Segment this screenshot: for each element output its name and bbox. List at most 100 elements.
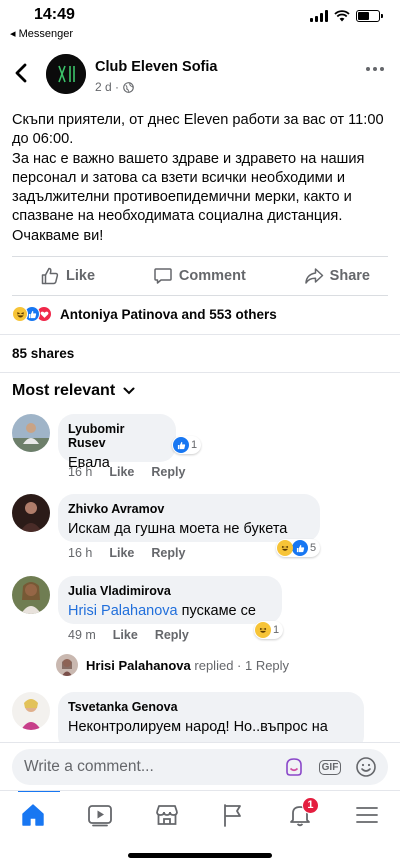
globe-icon <box>123 81 134 93</box>
hamburger-menu-icon <box>355 806 378 823</box>
post-action-bar: Like Comment Share <box>12 256 388 296</box>
reactions-count-text: Antoniya Patinova and 553 others <box>60 306 277 322</box>
avatar[interactable] <box>12 692 50 730</box>
haha-reaction-icon <box>12 306 28 322</box>
reaction-icons <box>12 306 52 322</box>
haha-reaction-icon <box>255 622 271 638</box>
back-button[interactable] <box>14 62 34 86</box>
composer-icons: GIF <box>282 755 378 779</box>
like-reaction-icon <box>173 437 189 453</box>
comment-like-button[interactable]: Like <box>113 628 138 642</box>
bottom-tab-bar: 1 <box>0 790 400 838</box>
comment-reactions[interactable]: 5 <box>276 539 321 557</box>
comment-input-placeholder: Write a comment... <box>24 758 154 775</box>
comment-button[interactable]: Comment <box>153 266 246 286</box>
like-reaction-icon <box>292 540 308 556</box>
comment-icon <box>154 268 172 284</box>
chevron-left-icon <box>15 63 27 83</box>
comment-time: 49 m <box>68 628 96 642</box>
shares-count[interactable]: 85 shares <box>12 346 74 361</box>
comment-text: Искам да гушна моета не букета <box>68 521 288 537</box>
comment-label: Comment <box>178 268 246 284</box>
flag-icon <box>224 803 242 827</box>
tab-home[interactable] <box>13 795 53 835</box>
marketplace-icon <box>155 804 178 825</box>
sort-label: Most relevant <box>12 382 116 399</box>
reaction-count: 1 <box>191 439 198 451</box>
reactions-summary[interactable]: Antoniya Patinova and 553 others <box>12 304 277 324</box>
video-play-icon <box>88 804 112 826</box>
comment-author[interactable]: Tsvetanka Genova <box>68 700 352 714</box>
comment-meta: 49 m Like Reply <box>68 628 189 642</box>
comment-reply-button[interactable]: Reply <box>151 465 185 479</box>
comment-like-button[interactable]: Like <box>109 546 134 560</box>
like-button[interactable]: Like <box>40 266 95 286</box>
tab-notifications[interactable]: 1 <box>280 795 320 835</box>
home-icon <box>22 803 45 826</box>
comment-author[interactable]: Julia Vladimirova <box>68 584 270 598</box>
status-icons <box>310 10 383 22</box>
avatar <box>56 654 78 676</box>
post-meta: 2 d · <box>95 80 134 94</box>
post-time[interactable]: 2 d · <box>95 80 119 94</box>
comment-composer: Write a comment... GIF <box>0 742 400 790</box>
comment-bubble[interactable]: Julia Vladimirova Hrisi Palahanova пуска… <box>58 576 282 624</box>
comment-bubble[interactable]: Lyubomir Rusev Евала <box>58 414 176 471</box>
gif-label: GIF <box>321 761 339 773</box>
comment-reply-button[interactable]: Reply <box>151 546 185 560</box>
reply-author: Hrisi Palahanova <box>86 657 191 673</box>
tab-watch[interactable] <box>80 795 120 835</box>
status-time: 14:49 <box>34 6 75 23</box>
view-replies-link[interactable]: Hrisi Palahanova replied · 1 Reply <box>56 654 289 676</box>
comment-reactions[interactable]: 1 <box>172 436 202 454</box>
status-bar: 14:49 ◂ Messenger <box>0 0 400 42</box>
back-to-messenger-link[interactable]: ◂ Messenger <box>10 27 73 40</box>
comment-sort-dropdown[interactable]: Most relevant <box>12 382 135 400</box>
avatar[interactable] <box>12 576 50 614</box>
comment-text: Неконтролируем народ! Но..въпрос на <box>68 719 328 735</box>
club-eleven-logo-icon <box>46 54 86 94</box>
page-avatar[interactable] <box>46 54 86 94</box>
home-indicator[interactable] <box>128 853 272 858</box>
avatar[interactable] <box>12 414 50 452</box>
haha-reaction-icon <box>277 540 293 556</box>
comment-meta: 16 h Like Reply <box>68 546 185 560</box>
signal-icon <box>310 10 328 22</box>
tab-menu[interactable] <box>347 795 387 835</box>
share-arrow-icon <box>304 268 323 284</box>
notification-badge: 1 <box>301 796 319 814</box>
tab-marketplace[interactable] <box>147 795 187 835</box>
thumbs-up-icon <box>41 267 59 285</box>
comment-author[interactable]: Zhivko Avramov <box>68 502 308 516</box>
tab-pages[interactable] <box>213 795 253 835</box>
comment-text: Hrisi Palahanova пускаме се <box>68 602 270 620</box>
page-name[interactable]: Club Eleven Sofia <box>95 59 217 75</box>
comment-bubble[interactable]: Zhivko Avramov Искам да гушна моета не б… <box>58 494 320 542</box>
battery-icon <box>356 10 383 22</box>
avatar-sticker-button[interactable] <box>282 755 306 779</box>
comment-time: 16 h <box>68 465 93 479</box>
mention-link[interactable]: Hrisi Palahanova <box>68 603 178 619</box>
reply-summary: replied · 1 Reply <box>190 657 290 673</box>
divider <box>0 372 400 373</box>
comment-time: 16 h <box>68 546 93 560</box>
emoji-button[interactable] <box>354 755 378 779</box>
gif-icon: GIF <box>318 759 342 775</box>
divider <box>0 334 400 335</box>
comment-reply-button[interactable]: Reply <box>155 628 189 642</box>
gif-button[interactable]: GIF <box>318 755 342 779</box>
share-button[interactable]: Share <box>304 266 370 286</box>
comment-author[interactable]: Lyubomir Rusev <box>68 422 164 450</box>
like-label: Like <box>66 268 96 284</box>
comment-like-button[interactable]: Like <box>109 465 134 479</box>
post-header: Club Eleven Sofia 2 d · <box>0 50 400 100</box>
reaction-count: 1 <box>273 624 280 636</box>
post-text: Скъпи приятели, от днес Eleven работи за… <box>12 112 384 244</box>
smiley-icon <box>356 757 376 777</box>
more-options-button[interactable] <box>366 67 384 71</box>
avatar[interactable] <box>12 494 50 532</box>
avatar-sticker-icon <box>286 758 302 776</box>
share-label: Share <box>329 268 370 284</box>
comment-reactions[interactable]: 1 <box>254 621 284 639</box>
comment-meta: 16 h Like Reply <box>68 465 185 479</box>
